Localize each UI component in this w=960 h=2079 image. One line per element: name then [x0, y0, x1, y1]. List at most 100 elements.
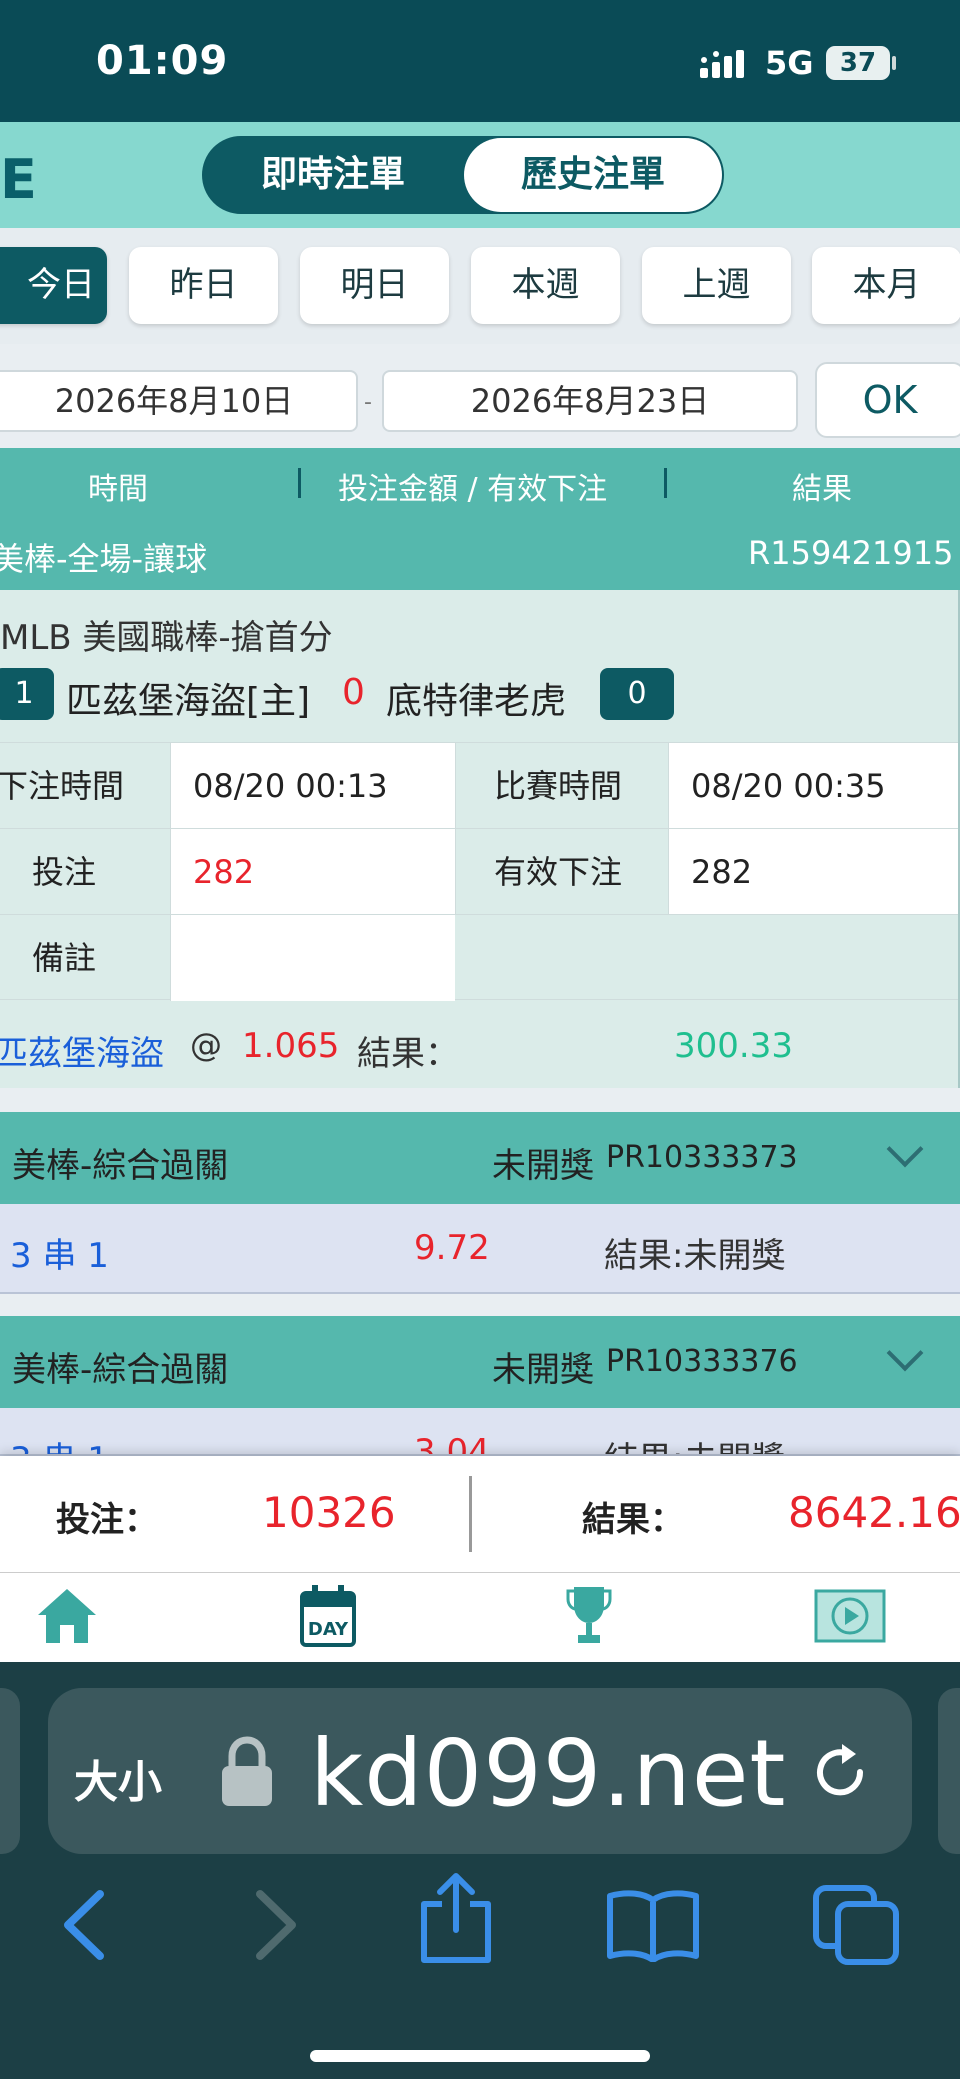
lock-icon — [222, 1736, 272, 1806]
parlay-combo: 3 串 1 — [10, 1432, 109, 1454]
result-label: 結果： — [357, 1034, 459, 1074]
parlay-result: 結果:未開獎 — [604, 1432, 785, 1454]
parlay-odds: 9.72 — [414, 1228, 490, 1268]
home-chip: 1 — [0, 668, 54, 720]
cell-divider — [668, 829, 669, 915]
reload-icon[interactable] — [812, 1742, 872, 1804]
home-indicator — [310, 2050, 650, 2062]
signal-icon — [700, 50, 744, 78]
cell-divider — [668, 743, 669, 829]
bet-card-header: 美棒-全場-讓球 R159421915 — [0, 518, 960, 590]
last-week-button[interactable]: 上週 — [642, 247, 791, 324]
col-divider — [298, 468, 301, 498]
parlay-type: 美棒-綜合過關 — [12, 1146, 229, 1186]
column-header: 時間 投注金額 / 有效下注 結果 — [0, 448, 960, 518]
cell-divider — [455, 743, 456, 829]
next-tab-pill[interactable] — [938, 1688, 960, 1854]
parlay-id: PR10333376 — [606, 1344, 798, 1379]
share-icon[interactable] — [418, 1872, 494, 1964]
bookmarks-icon[interactable] — [606, 1888, 700, 1962]
summary-stake: 10326 — [262, 1488, 396, 1537]
cell-divider — [170, 915, 171, 1001]
ok-button[interactable]: OK — [815, 362, 960, 438]
bet-result-row: 匹茲堡海盜 @ 1.065 結果： 300.33 — [0, 1002, 958, 1088]
home-team: 匹茲堡海盜[主] — [66, 681, 311, 722]
bet-type-segmented-control: 即時注單 歷史注單 — [202, 136, 724, 214]
battery-tip — [892, 56, 896, 70]
parlay-card-body: 3 串 1 3.04 結果:未開獎 — [0, 1408, 960, 1456]
summary-result-label: 結果： — [582, 1500, 684, 1540]
away-chip: 0 — [600, 668, 674, 720]
date-to-field[interactable]: 2026年8月23日 — [382, 370, 798, 432]
valid-label: 有效下注 — [494, 853, 623, 891]
result-value: 300.33 — [674, 1026, 793, 1066]
parlay-odds: 3.04 — [414, 1432, 490, 1456]
calendar-day-icon[interactable]: DAY — [300, 1585, 356, 1647]
parlay-card-header[interactable]: 美棒-綜合過關 未開獎 PR10333376 — [0, 1316, 960, 1408]
stake-value: 282 — [171, 829, 455, 915]
bottom-nav: DAY — [0, 1572, 960, 1662]
home-icon[interactable] — [36, 1587, 98, 1645]
parlay-result: 結果:未開獎 — [604, 1236, 786, 1276]
cell-divider — [170, 829, 171, 915]
match-time: 08/20 00:35 — [669, 743, 958, 829]
bet-time-label: 下注時間 — [0, 767, 125, 805]
bet-id: R159421915 — [748, 534, 954, 572]
bet-type: 美棒-全場-讓球 — [0, 540, 208, 578]
menu-icon[interactable]: E — [0, 148, 37, 211]
url-text[interactable]: kd099.net — [310, 1720, 787, 1827]
league-name: MLB 美國職棒-搶首分 — [0, 618, 333, 658]
pick-team: 匹茲堡海盜 — [0, 1034, 164, 1074]
tab-history-bets[interactable]: 歷史注單 — [464, 138, 722, 212]
text-size-button[interactable]: 大小 — [74, 1746, 162, 1810]
away-team: 底特律老虎 — [386, 681, 567, 722]
back-icon[interactable] — [56, 1888, 110, 1962]
cell-divider — [455, 829, 456, 915]
parlay-status: 未開獎 — [492, 1350, 594, 1390]
parlay-type: 美棒-綜合過關 — [12, 1350, 229, 1390]
prev-tab-pill[interactable] — [0, 1688, 20, 1854]
tab-live-bets[interactable]: 即時注單 — [204, 138, 462, 212]
odds-value: 1.065 — [242, 1026, 340, 1066]
col-time: 時間 — [88, 472, 148, 507]
this-month-button[interactable]: 本月 — [812, 247, 960, 324]
parlay-id: PR10333373 — [606, 1140, 798, 1175]
summary-result: 8642.167 — [788, 1488, 960, 1537]
col-result: 結果 — [792, 472, 852, 507]
this-week-button[interactable]: 本週 — [471, 247, 620, 324]
date-from-field[interactable]: 2026年8月10日 — [0, 370, 358, 432]
tabs-icon[interactable] — [812, 1884, 902, 1966]
match-time-label: 比賽時間 — [494, 767, 623, 805]
parlay-status: 未開獎 — [492, 1146, 594, 1186]
battery-icon: 37 — [826, 46, 890, 80]
yesterday-button[interactable]: 昨日 — [129, 247, 278, 324]
summary-stake-label: 投注： — [56, 1500, 158, 1540]
home-score: 0 — [342, 672, 365, 713]
status-time: 01:09 — [96, 38, 229, 84]
valid-value: 282 — [669, 829, 958, 915]
cell-divider — [170, 743, 171, 829]
bet-detail-row: 投注 282 有效下注 282 — [0, 828, 958, 915]
summary-bar: 投注： 10326 結果： 8642.167 — [0, 1456, 960, 1572]
bet-time: 08/20 00:13 — [171, 743, 455, 829]
col-divider — [664, 468, 667, 498]
chevron-down-icon[interactable] — [886, 1130, 924, 1168]
summary-divider — [469, 1476, 472, 1552]
note-label: 備註 — [32, 939, 97, 977]
tomorrow-button[interactable]: 明日 — [300, 247, 449, 324]
parlay-combo: 3 串 1 — [10, 1236, 109, 1276]
bet-detail-row: 備註 — [0, 914, 958, 1001]
today-button[interactable]: 今日 — [0, 247, 107, 324]
note-value — [171, 915, 455, 1001]
forward-icon[interactable] — [250, 1888, 304, 1962]
chevron-down-icon[interactable] — [886, 1334, 924, 1372]
stake-label: 投注 — [32, 853, 97, 891]
video-icon[interactable] — [814, 1589, 886, 1643]
parlay-card-header[interactable]: 美棒-綜合過關 未開獎 PR10333373 — [0, 1112, 960, 1204]
date-separator: - — [364, 390, 372, 415]
at-sign: @ — [190, 1026, 222, 1064]
trophy-icon[interactable] — [566, 1585, 612, 1647]
network-label: 5G — [765, 44, 814, 82]
bet-detail-row: 下注時間 08/20 00:13 比賽時間 08/20 00:35 — [0, 742, 958, 829]
col-amount: 投注金額 / 有效下注 — [338, 472, 608, 507]
